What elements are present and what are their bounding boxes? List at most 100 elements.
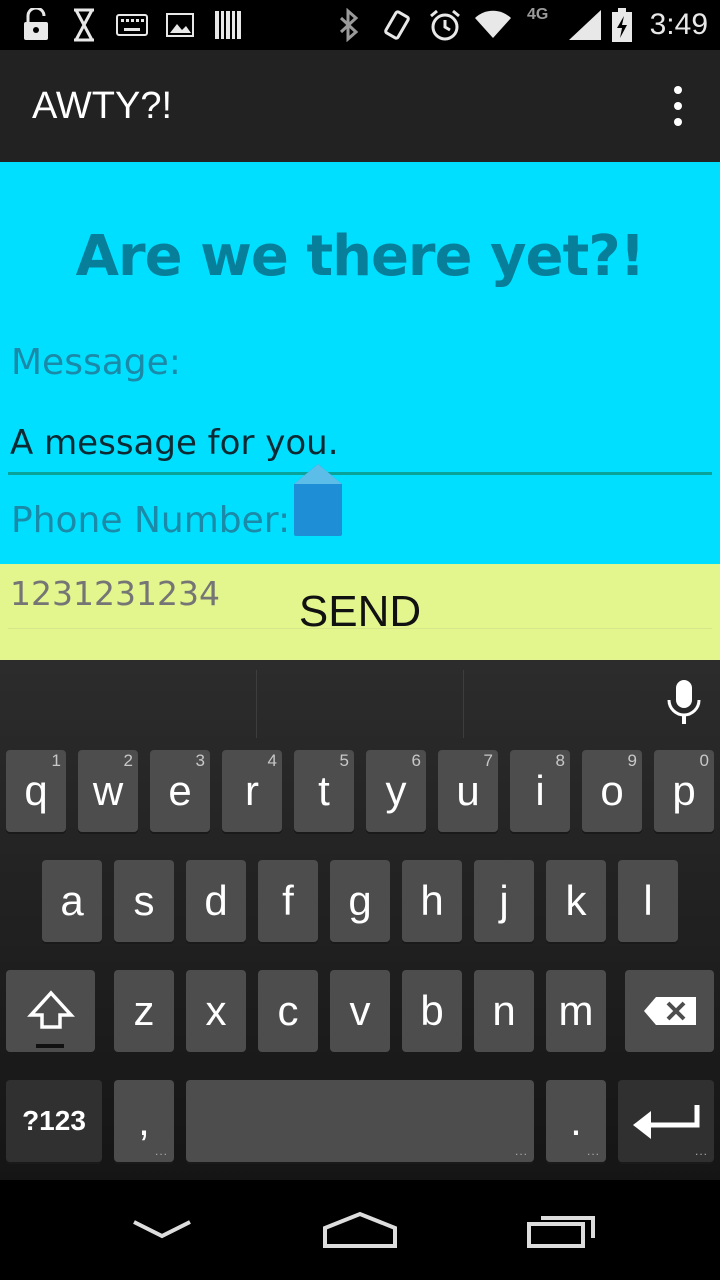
key-g-label: g — [348, 877, 372, 924]
message-underline — [8, 472, 712, 475]
key-k[interactable]: k — [546, 860, 606, 942]
back-icon[interactable] — [112, 1200, 212, 1260]
key-u[interactable]: u7 — [438, 750, 498, 832]
key-r-hint: 4 — [267, 751, 277, 770]
key-q[interactable]: q1 — [6, 750, 66, 832]
key-l-label: l — [643, 877, 653, 924]
key-p[interactable]: p0 — [654, 750, 714, 832]
period-key[interactable]: .... — [546, 1080, 606, 1162]
key-x-label: x — [205, 987, 227, 1034]
key-e[interactable]: e3 — [150, 750, 210, 832]
send-area: SEND — [0, 564, 720, 660]
key-o[interactable]: o9 — [582, 750, 642, 832]
key-y[interactable]: y6 — [366, 750, 426, 832]
vibrate-icon — [380, 0, 414, 50]
key-e-label: e — [168, 767, 192, 814]
microphone-icon[interactable] — [664, 678, 704, 728]
key-i-label: i — [535, 767, 545, 814]
key-t-hint: 5 — [339, 751, 349, 770]
key-c-label: c — [277, 987, 299, 1034]
battery-charging-icon — [610, 0, 634, 50]
key-a[interactable]: a — [42, 860, 102, 942]
main-content: Are we there yet?! Message: Phone Number… — [0, 162, 720, 564]
key-t[interactable]: t5 — [294, 750, 354, 832]
key-o-label: o — [600, 767, 624, 814]
space-key[interactable]: ... — [186, 1080, 534, 1162]
key-p-label: p — [672, 767, 696, 814]
status-time: 3:49 — [649, 8, 708, 41]
key-a-label: a — [60, 877, 84, 924]
key-o-hint: 9 — [627, 751, 637, 770]
key-k-label: k — [565, 877, 587, 924]
key-z[interactable]: z — [114, 970, 174, 1052]
key-t-label: t — [318, 767, 330, 814]
send-button[interactable]: SEND — [0, 564, 720, 660]
key-w[interactable]: w2 — [78, 750, 138, 832]
suggestion-strip — [0, 660, 720, 748]
enter-key[interactable]: ... — [618, 1080, 714, 1162]
signal-icon — [566, 0, 604, 50]
wifi-icon — [474, 0, 512, 50]
key-h[interactable]: h — [402, 860, 462, 942]
app-title: AWTY?! — [32, 85, 173, 127]
key-x[interactable]: x — [186, 970, 246, 1052]
soft-keyboard: q1w2e3r4t5y6u7i8o9p0asdfghjklzxcvbnm ?12… — [0, 660, 720, 1180]
key-b-label: b — [420, 987, 444, 1034]
bluetooth-icon — [336, 0, 362, 50]
key-g[interactable]: g — [330, 860, 390, 942]
action-bar: AWTY?! — [0, 50, 720, 162]
key-r[interactable]: r4 — [222, 750, 282, 832]
message-label: Message: — [11, 342, 181, 383]
key-v[interactable]: v — [330, 970, 390, 1052]
key-u-label: u — [456, 767, 480, 814]
key-p-hint: 0 — [699, 751, 709, 770]
key-d[interactable]: d — [186, 860, 246, 942]
message-input[interactable] — [8, 412, 712, 474]
comma-key-label: , — [138, 1097, 150, 1144]
home-icon[interactable] — [310, 1200, 410, 1260]
key-u-hint: 7 — [483, 751, 493, 770]
key-f-label: f — [282, 877, 294, 924]
image-icon — [166, 0, 194, 50]
status-bar: 4G 3:49 — [0, 0, 720, 50]
hourglass-icon — [70, 0, 98, 50]
backspace-key[interactable] — [625, 970, 714, 1052]
key-s-label: s — [133, 877, 155, 924]
alarm-icon — [428, 0, 462, 50]
keyboard-icon — [116, 0, 148, 50]
period-key-label: . — [570, 1097, 582, 1144]
key-i-hint: 8 — [555, 751, 565, 770]
key-w-hint: 2 — [123, 751, 133, 770]
key-v-label: v — [349, 987, 371, 1034]
key-n[interactable]: n — [474, 970, 534, 1052]
key-m-label: m — [558, 987, 594, 1034]
key-q-hint: 1 — [51, 751, 61, 770]
key-c[interactable]: c — [258, 970, 318, 1052]
key-w-label: w — [92, 767, 124, 814]
network-type: 4G — [527, 6, 549, 23]
unlock-icon — [22, 0, 50, 50]
barcode-icon — [214, 0, 242, 50]
key-m[interactable]: m — [546, 970, 606, 1052]
key-r-label: r — [245, 767, 259, 814]
phone-label: Phone Number: — [11, 500, 291, 541]
overflow-menu-icon[interactable] — [666, 86, 690, 126]
key-b[interactable]: b — [402, 970, 462, 1052]
page-title: Are we there yet?! — [75, 224, 646, 289]
recents-icon[interactable] — [512, 1200, 612, 1260]
key-d-label: d — [204, 877, 228, 924]
key-s[interactable]: s — [114, 860, 174, 942]
key-f[interactable]: f — [258, 860, 318, 942]
text-cursor-handle[interactable] — [292, 462, 344, 538]
key-i[interactable]: i8 — [510, 750, 570, 832]
symbols-key[interactable]: ?123 — [6, 1080, 102, 1162]
shift-key[interactable] — [6, 970, 95, 1052]
key-j-label: j — [499, 877, 509, 924]
key-y-label: y — [385, 767, 407, 814]
comma-key[interactable]: ,... — [114, 1080, 174, 1162]
key-j[interactable]: j — [474, 860, 534, 942]
key-l[interactable]: l — [618, 860, 678, 942]
navigation-bar — [0, 1180, 720, 1280]
key-y-hint: 6 — [411, 751, 421, 770]
key-z-label: z — [133, 987, 155, 1034]
